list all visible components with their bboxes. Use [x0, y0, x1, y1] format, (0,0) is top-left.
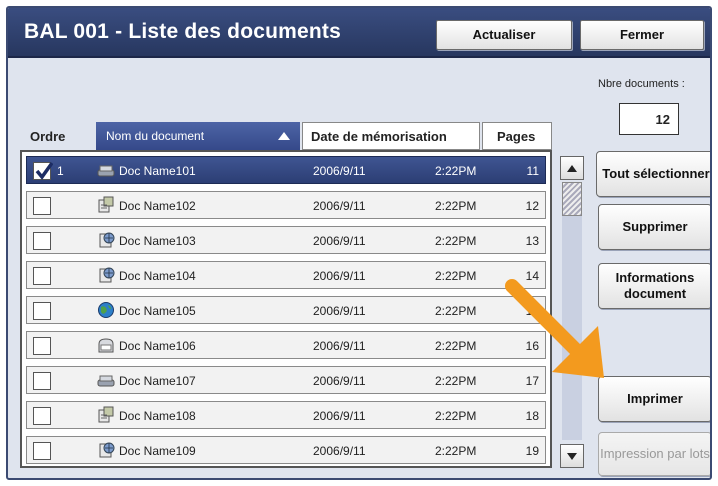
column-header-name[interactable]: Nom du document [96, 122, 300, 150]
document-time: 2:22PM [435, 304, 477, 318]
document-name: Doc Name109 [119, 444, 196, 458]
document-time: 2:22PM [435, 374, 477, 388]
batch-print-button[interactable]: Impression par lots [598, 432, 710, 476]
column-header-date[interactable]: Date de mémorisation [302, 122, 480, 150]
table-row[interactable]: Doc Name104 2006/9/11 2:22PM 14 [26, 261, 546, 289]
document-list-dialog: BAL 001 - Liste des documents Actualiser… [6, 6, 712, 480]
document-time: 2:22PM [435, 269, 477, 283]
row-checkbox[interactable] [33, 197, 51, 215]
sort-ascending-icon [278, 132, 290, 140]
document-name: Doc Name103 [119, 234, 196, 248]
close-button[interactable]: Fermer [580, 20, 704, 50]
column-header-name-label: Nom du document [106, 129, 205, 143]
document-date: 2006/9/11 [313, 234, 366, 248]
document-pages: 11 [526, 164, 539, 178]
document-time: 2:22PM [435, 339, 477, 353]
globe-icon [97, 301, 115, 319]
row-order: 1 [57, 164, 64, 178]
document-pages: 12 [525, 199, 539, 213]
document-pages: 18 [525, 409, 539, 423]
mailbox-icon [97, 336, 115, 354]
document-time: 2:22PM [435, 164, 477, 178]
document-count-label: Nbre documents : [598, 78, 685, 90]
scroll-down-button[interactable] [560, 444, 584, 468]
network-document-icon [97, 231, 115, 249]
column-header-order[interactable]: Ordre [20, 122, 98, 150]
document-name: Doc Name108 [119, 409, 196, 423]
scroll-thumb[interactable] [562, 182, 582, 216]
select-all-button[interactable]: Tout sélectionner [596, 151, 710, 197]
table-row[interactable]: Doc Name102 2006/9/11 2:22PM 12 [26, 191, 546, 219]
row-checkbox[interactable] [33, 442, 51, 460]
table-row[interactable]: Doc Name108 2006/9/11 2:22PM 18 [26, 401, 546, 429]
print-button[interactable]: Imprimer [598, 376, 710, 422]
row-checkbox[interactable] [33, 267, 51, 285]
row-checkbox[interactable] [33, 232, 51, 250]
title-bar: BAL 001 - Liste des documents Actualiser… [8, 8, 710, 58]
row-checkbox[interactable] [33, 302, 51, 320]
delete-button[interactable]: Supprimer [598, 204, 710, 250]
document-time: 2:22PM [435, 444, 477, 458]
scanner-icon [97, 371, 115, 389]
pc-document-icon [97, 196, 115, 214]
table-row[interactable]: Doc Name107 2006/9/11 2:22PM 17 [26, 366, 546, 394]
table-row[interactable]: 1 Doc Name101 2006/9/11 2:22PM 11 [26, 156, 546, 184]
document-time: 2:22PM [435, 234, 477, 248]
document-date: 2006/9/11 [313, 304, 366, 318]
scroll-up-button[interactable] [560, 156, 584, 180]
document-name: Doc Name104 [119, 269, 196, 283]
document-date: 2006/9/11 [313, 409, 366, 423]
network-document-icon [97, 441, 115, 459]
row-checkbox[interactable] [33, 162, 53, 180]
scanner-icon [97, 161, 115, 179]
document-info-button[interactable]: Informations document [598, 263, 710, 309]
table-row[interactable]: Doc Name103 2006/9/11 2:22PM 13 [26, 226, 546, 254]
table-row[interactable]: Doc Name105 2006/9/11 2:22PM 15 [26, 296, 546, 324]
pc-document-icon [97, 406, 115, 424]
document-date: 2006/9/11 [313, 374, 366, 388]
document-pages: 15 [525, 304, 539, 318]
row-checkbox[interactable] [33, 372, 51, 390]
table-row[interactable]: Doc Name109 2006/9/11 2:22PM 19 [26, 436, 546, 464]
document-list: 1 Doc Name101 2006/9/11 2:22PM 11 Doc Name102… [20, 150, 552, 468]
table-row[interactable]: Doc Name106 2006/9/11 2:22PM 16 [26, 331, 546, 359]
document-name: Doc Name107 [119, 374, 196, 388]
document-pages: 14 [525, 269, 539, 283]
list-scrollbar[interactable] [560, 156, 584, 468]
check-icon [35, 162, 53, 180]
column-header-pages[interactable]: Pages [482, 122, 552, 150]
row-checkbox[interactable] [33, 337, 51, 355]
document-pages: 16 [525, 339, 539, 353]
arrow-up-icon [567, 164, 577, 172]
document-name: Doc Name101 [119, 164, 196, 178]
dialog-title: BAL 001 - Liste des documents [24, 20, 341, 43]
arrow-down-icon [567, 452, 577, 460]
document-date: 2006/9/11 [313, 444, 366, 458]
document-name: Doc Name106 [119, 339, 196, 353]
document-name: Doc Name105 [119, 304, 196, 318]
document-date: 2006/9/11 [313, 269, 366, 283]
document-pages: 17 [525, 374, 539, 388]
document-pages: 19 [525, 444, 539, 458]
document-pages: 13 [525, 234, 539, 248]
document-date: 2006/9/11 [313, 199, 366, 213]
refresh-button[interactable]: Actualiser [436, 20, 572, 50]
document-date: 2006/9/11 [313, 339, 366, 353]
document-time: 2:22PM [435, 409, 477, 423]
document-time: 2:22PM [435, 199, 477, 213]
row-checkbox[interactable] [33, 407, 51, 425]
network-document-icon [97, 266, 115, 284]
document-count-value: 12 [619, 103, 679, 135]
document-date: 2006/9/11 [313, 164, 366, 178]
document-name: Doc Name102 [119, 199, 196, 213]
scroll-track[interactable] [562, 182, 582, 440]
